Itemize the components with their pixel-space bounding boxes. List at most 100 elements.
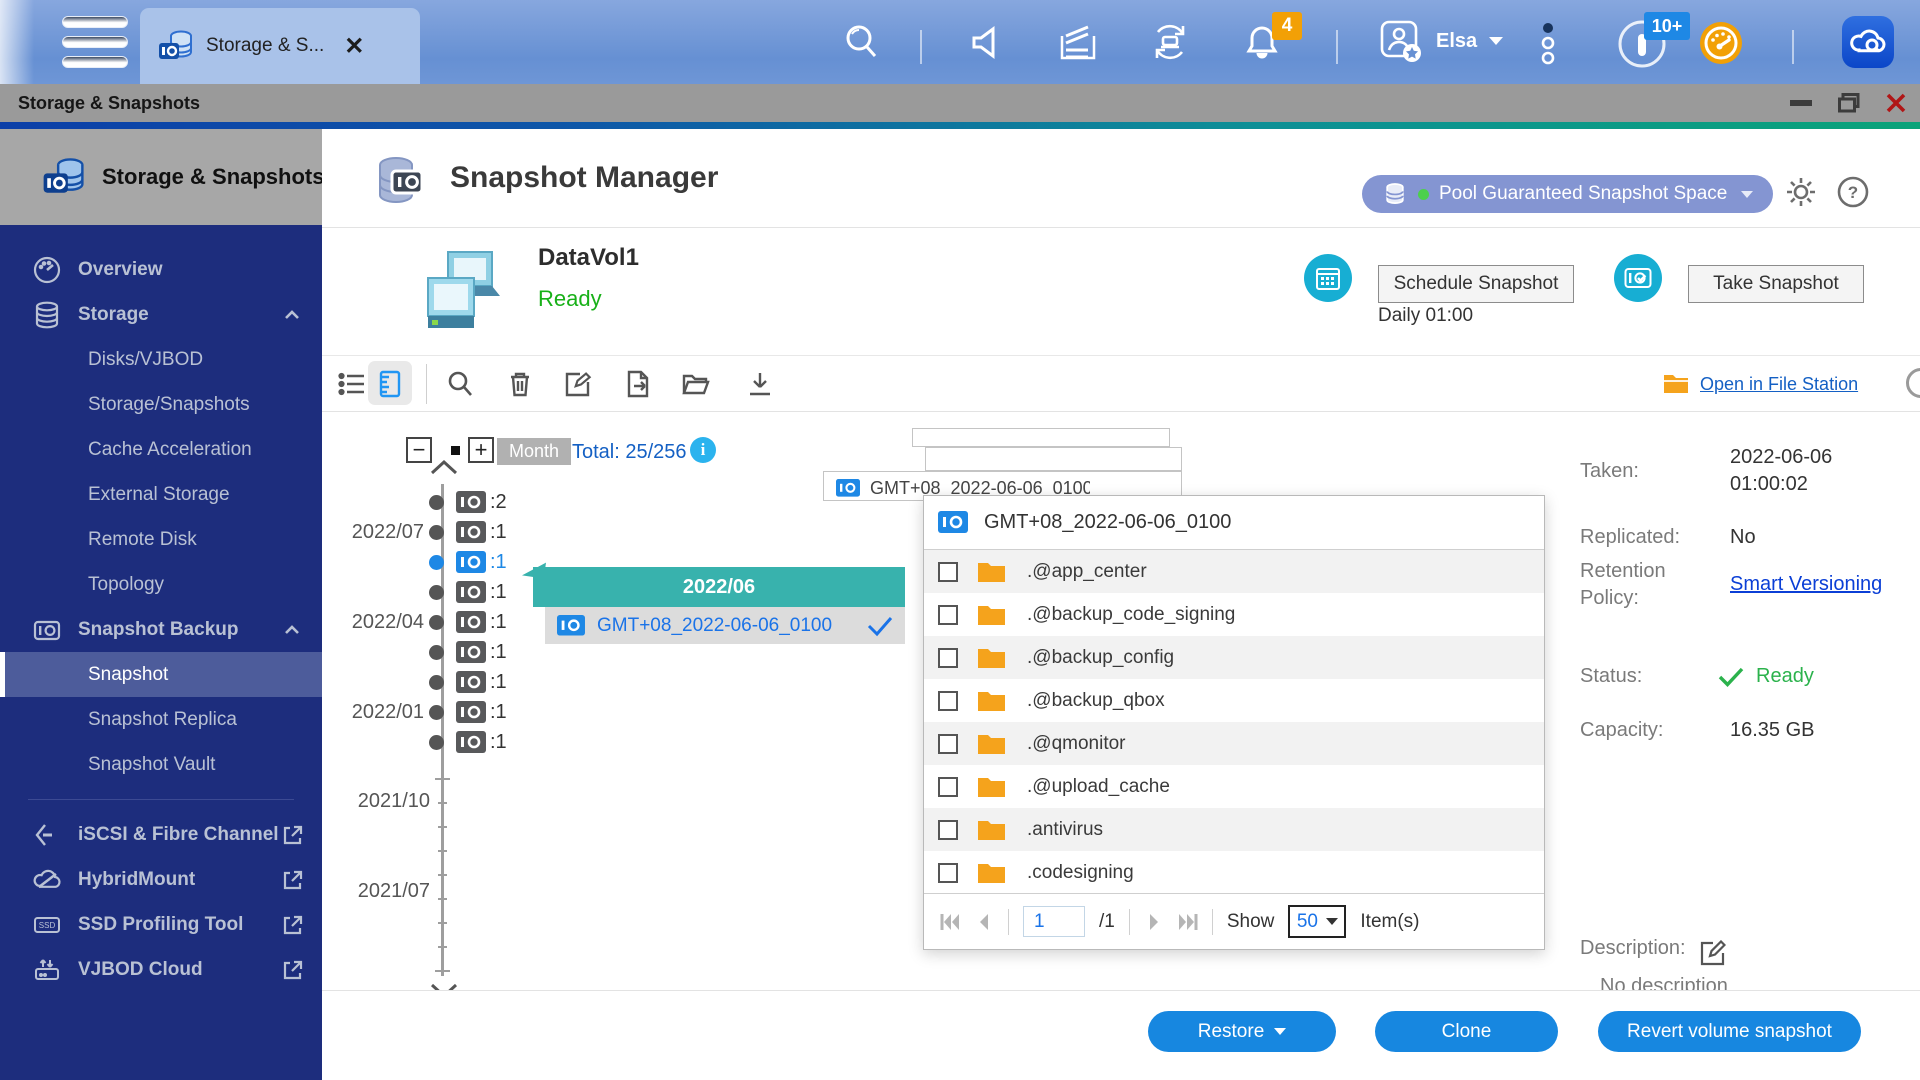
help-icon[interactable]: ? [1836, 175, 1870, 209]
sidebar-item-topology[interactable]: Topology [0, 562, 322, 607]
search-icon[interactable] [842, 22, 882, 62]
timeline-entry[interactable]: 2022/01 :1 [322, 699, 507, 725]
pool-selector-button[interactable]: Pool Guaranteed Snapshot Space [1362, 175, 1773, 213]
next-page-icon[interactable] [1144, 914, 1164, 930]
screen: Storage & S... ✕ 4 Elsa [0, 0, 1920, 1080]
minimize-button[interactable] [1790, 100, 1812, 106]
search-snapshot-icon[interactable] [446, 370, 474, 398]
checkbox[interactable] [938, 777, 958, 797]
folder-row[interactable]: .@backup_qbox [924, 679, 1544, 722]
edit-description-icon[interactable] [1700, 940, 1726, 966]
take-snapshot-button[interactable]: Take Snapshot [1688, 265, 1864, 303]
snapshot-chip-icon [456, 611, 486, 633]
page-number-input[interactable] [1023, 906, 1085, 937]
taken-time: 01:00:02 [1730, 473, 1808, 496]
timeline-entry[interactable]: 2022/07 :1 [322, 519, 507, 545]
timeline-entry[interactable]: :1 [322, 579, 507, 605]
list-view-icon[interactable] [338, 370, 366, 398]
notification-count-badge[interactable]: 4 [1272, 12, 1302, 40]
sidebar-item-snapshot[interactable]: Snapshot [0, 652, 322, 697]
chevron-up-icon[interactable] [282, 620, 302, 640]
topbar-edge-glow [0, 0, 34, 84]
zoom-in-button[interactable]: + [468, 437, 494, 463]
folder-icon [978, 733, 1005, 754]
zoom-slider-handle[interactable] [451, 446, 460, 455]
last-page-icon[interactable] [1178, 914, 1198, 930]
timeline-entry[interactable]: :2 [322, 489, 507, 515]
delete-snapshot-icon[interactable] [506, 370, 534, 398]
chevron-up-icon[interactable] [282, 305, 302, 325]
more-options-icon[interactable] [1538, 22, 1558, 62]
browse-folder-icon[interactable] [682, 370, 710, 398]
timeline-tick [438, 850, 447, 852]
timeline-entry[interactable]: :1 [322, 669, 507, 695]
external-device-sync-icon[interactable] [1150, 22, 1190, 62]
sidebar-item-hybridmount[interactable]: HybridMount [0, 857, 322, 902]
timeline-scroll-up-icon[interactable] [429, 458, 459, 476]
sidebar-item-remote-disk[interactable]: Remote Disk [0, 517, 322, 562]
page-size-dropdown[interactable]: 50 [1288, 905, 1346, 938]
folder-row[interactable]: .antivirus [924, 808, 1544, 851]
sidebar-item-external-storage[interactable]: External Storage [0, 472, 322, 517]
open-in-file-station-link[interactable]: Open in File Station [1700, 374, 1858, 395]
clone-export-icon[interactable] [624, 370, 652, 398]
ssd-icon: SSD [32, 910, 62, 940]
close-button[interactable] [1886, 93, 1906, 113]
desktop-topbar: Storage & S... ✕ 4 Elsa [0, 0, 1920, 84]
timeline-view-icon[interactable] [376, 370, 404, 398]
sidebar-item-snapshot-replica[interactable]: Snapshot Replica [0, 697, 322, 742]
tab-close-icon[interactable]: ✕ [344, 32, 364, 61]
resource-monitor-badge: 10+ [1644, 12, 1690, 40]
restore-button[interactable]: Restore [1148, 1011, 1336, 1052]
prev-page-icon[interactable] [974, 914, 994, 930]
schedule-snapshot-button[interactable]: Schedule Snapshot [1378, 265, 1574, 303]
sidebar-item-cache-acceleration[interactable]: Cache Acceleration [0, 427, 322, 472]
background-tasks-icon[interactable] [1058, 22, 1098, 62]
folder-row[interactable]: .@qmonitor [924, 722, 1544, 765]
folder-row[interactable]: .@app_center [924, 550, 1544, 593]
user-menu[interactable]: Elsa [1378, 18, 1503, 64]
checkbox[interactable] [938, 863, 958, 883]
sidebar-item-storage-snapshots[interactable]: Storage/Snapshots [0, 382, 322, 427]
download-icon[interactable] [746, 370, 774, 398]
app-tab-storage-snapshots[interactable]: Storage & S... ✕ [140, 8, 420, 84]
info-icon[interactable]: i [690, 437, 716, 463]
callout-snapshot-row[interactable]: GMT+08_2022-06-06_0100 [545, 607, 905, 644]
callout-month: 2022/06 [533, 567, 905, 607]
sidebar-item-storage[interactable]: Storage [0, 292, 322, 337]
timeline-entry[interactable]: 2022/04 :1 [322, 609, 507, 635]
edit-snapshot-icon[interactable] [564, 370, 592, 398]
retention-policy-link[interactable]: Smart Versioning [1730, 573, 1882, 596]
checkbox[interactable] [938, 734, 958, 754]
timeline-entry-selected[interactable]: :1 [322, 549, 507, 575]
notifications-speaker-icon[interactable] [968, 22, 1008, 62]
gear-icon[interactable] [1784, 175, 1818, 209]
restore-button[interactable] [1838, 93, 1860, 113]
checkbox[interactable] [938, 691, 958, 711]
folder-row[interactable]: .@backup_code_signing [924, 593, 1544, 636]
myqnapcloud-icon[interactable] [1842, 16, 1894, 68]
folder-row[interactable]: .codesigning [924, 851, 1544, 894]
sidebar-item-vjbod-cloud[interactable]: VJBOD Cloud [0, 947, 322, 992]
sidebar-item-overview[interactable]: Overview [0, 247, 322, 292]
tab-title: Storage & S... [206, 35, 324, 57]
sidebar-item-disks-vjbod[interactable]: Disks/VJBOD [0, 337, 322, 382]
checkbox[interactable] [938, 648, 958, 668]
checkbox[interactable] [938, 562, 958, 582]
sidebar-item-snapshot-vault[interactable]: Snapshot Vault [0, 742, 322, 787]
dashboard-icon[interactable] [1700, 22, 1742, 64]
folder-row[interactable]: .@backup_config [924, 636, 1544, 679]
folder-row[interactable]: .@upload_cache [924, 765, 1544, 808]
snapshot-chip-icon [456, 671, 486, 693]
sidebar-item-iscsi-fibre-channel[interactable]: iSCSI & Fibre Channel [0, 812, 322, 857]
main-menu-button[interactable] [62, 16, 128, 68]
timeline-entry[interactable]: :1 [322, 729, 507, 755]
checkbox[interactable] [938, 820, 958, 840]
sidebar-item-ssd-profiling-tool[interactable]: SSD SSD Profiling Tool [0, 902, 322, 947]
sidebar-item-snapshot-backup[interactable]: Snapshot Backup [0, 607, 322, 652]
checkbox[interactable] [938, 605, 958, 625]
first-page-icon[interactable] [940, 914, 960, 930]
timeline-entry[interactable]: :1 [322, 639, 507, 665]
clone-button[interactable]: Clone [1375, 1011, 1558, 1052]
revert-volume-snapshot-button[interactable]: Revert volume snapshot [1598, 1011, 1861, 1052]
